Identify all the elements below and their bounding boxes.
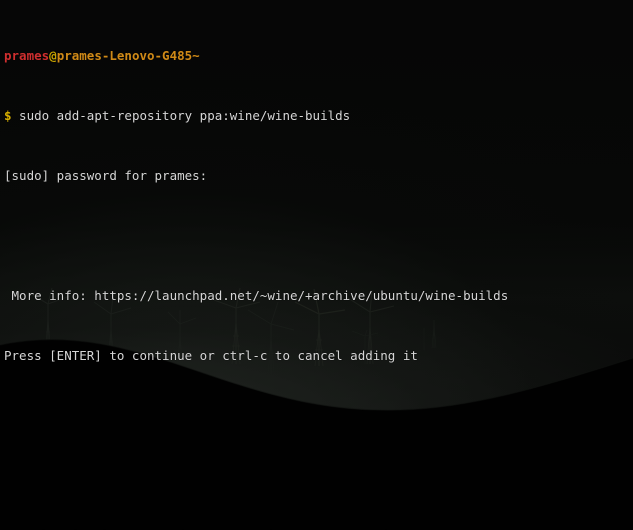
password-prompt-line: [sudo] password for prames: (4, 168, 208, 183)
command-line-1: $ sudo add-apt-repository ppa:wine/wine-… (4, 108, 629, 123)
prompt-line-1: prames@prames-Lenovo-G485~ (4, 48, 629, 63)
terminal-window[interactable]: prames@prames-Lenovo-G485~ $ sudo add-ap… (0, 0, 633, 530)
prompt-user: prames (4, 48, 50, 63)
command-text: sudo add-apt-repository ppa:wine/wine-bu… (11, 108, 351, 123)
prompt-dollar: $ (4, 108, 12, 123)
press-enter-line: Press [ENTER] to continue or ctrl-c to c… (4, 348, 418, 363)
prompt-at-symbol: @ (49, 48, 57, 63)
terminal-screen[interactable]: prames@prames-Lenovo-G485~ $ sudo add-ap… (0, 0, 633, 530)
prompt-host: prames-Lenovo-G485~ (56, 48, 200, 63)
more-info-line: More info: https://launchpad.net/~wine/+… (4, 288, 509, 303)
